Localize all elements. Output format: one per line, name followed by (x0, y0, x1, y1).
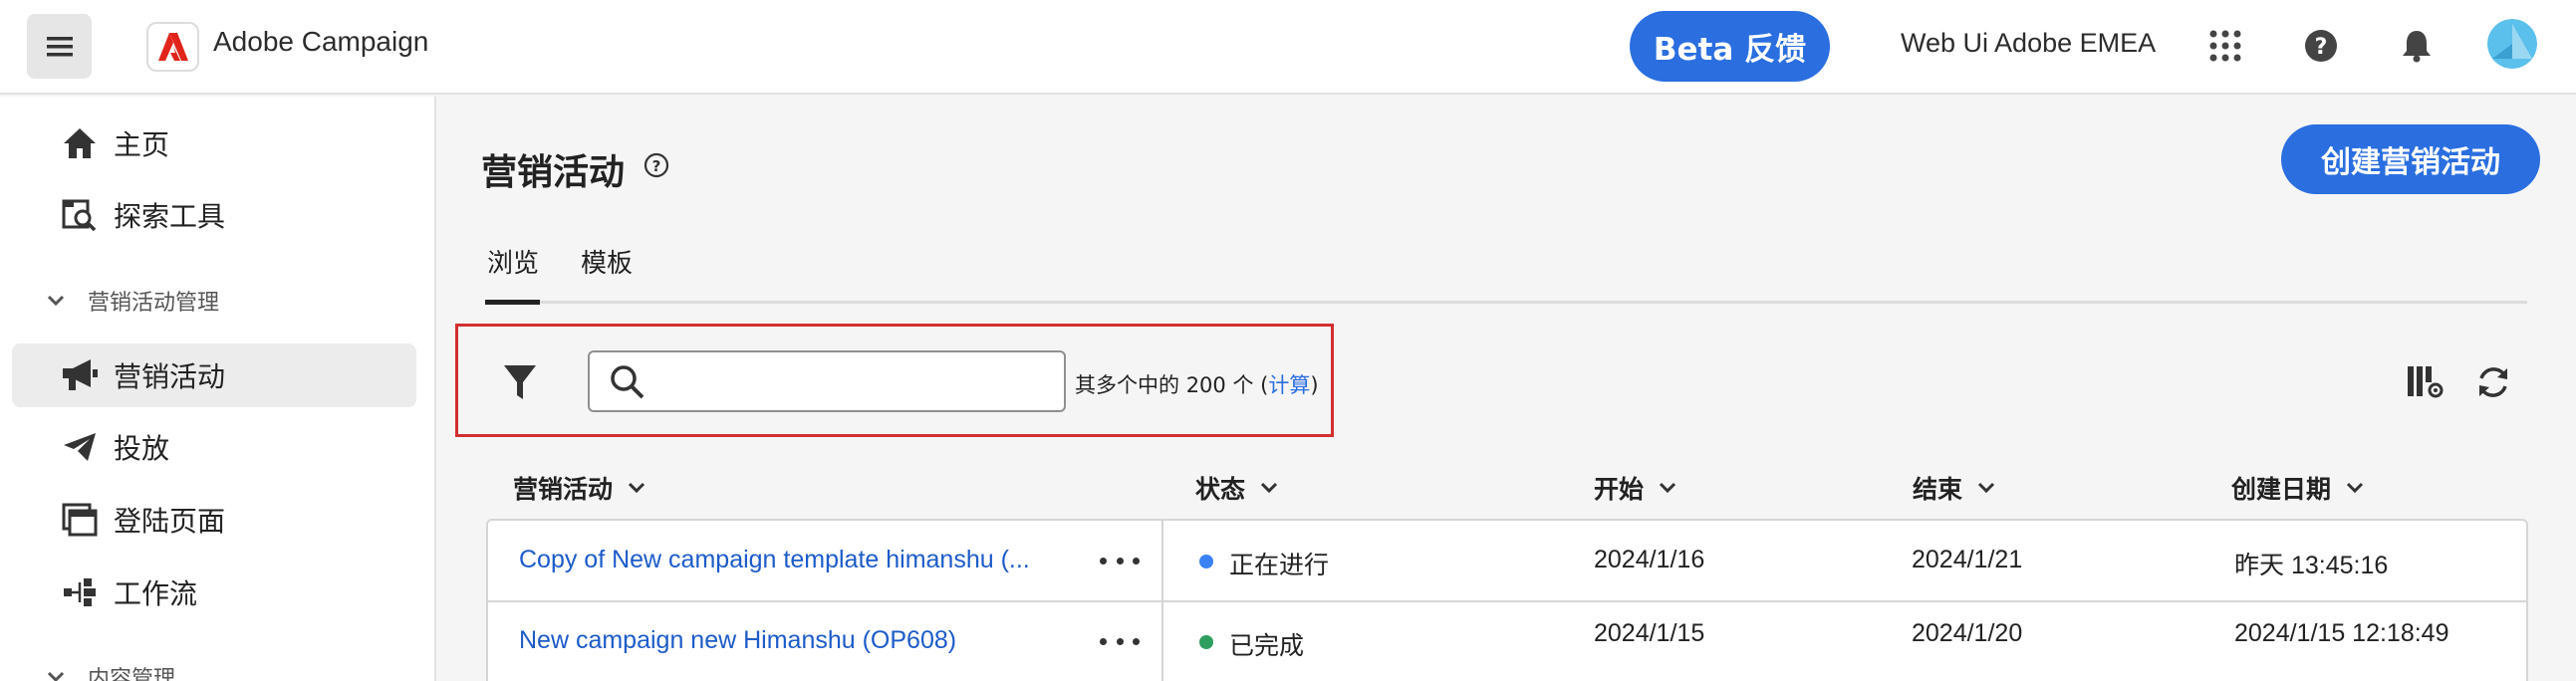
start-date: 2024/1/15 (1594, 619, 1705, 647)
sidebar-item-home[interactable]: 主页 (12, 112, 416, 175)
column-header-label: 开始 (1594, 475, 1645, 504)
adobe-icon (157, 33, 188, 61)
chevron-down-icon (1977, 482, 1995, 494)
start-date: 2024/1/16 (1594, 546, 1705, 573)
created-date: 2024/1/15 12:18:49 (2234, 619, 2449, 647)
app-title: Adobe Campaign (213, 26, 429, 57)
top-bar: Adobe Campaign Beta 反馈 Web Ui Adobe EMEA… (0, 0, 2576, 95)
chevron-down-icon (46, 667, 66, 681)
column-header-label: 营销活动 (513, 475, 614, 504)
search-icon (611, 365, 644, 399)
sidebar: 主页 探索工具 营销活动管理 营销活动 投放 登陆页面 工作流 内容管理 (0, 97, 436, 681)
column-header-label: 创建日期 (2231, 475, 2332, 504)
sidebar-item-landing-pages[interactable]: 登陆页面 (12, 488, 416, 552)
notifications-button[interactable] (2393, 22, 2441, 70)
column-divider (1161, 519, 1163, 681)
column-header-end[interactable]: 结束 (1913, 470, 1996, 506)
column-header-status[interactable]: 状态 (1195, 470, 1279, 506)
hamburger-icon (46, 36, 73, 56)
create-campaign-button[interactable]: 创建营销活动 (2281, 124, 2540, 194)
chevron-down-icon (2346, 482, 2364, 494)
status-dot (1199, 555, 1213, 568)
sidebar-item-campaigns[interactable]: 营销活动 (12, 343, 416, 407)
column-header-label: 结束 (1913, 475, 1963, 504)
status-dot (1199, 635, 1213, 649)
org-switcher[interactable]: Web Ui Adobe EMEA (1901, 28, 2156, 59)
user-avatar-icon (2487, 19, 2537, 69)
status-text: 已完成 (1229, 632, 1305, 660)
explorer-icon (60, 195, 100, 235)
sidebar-section-label: 内容管理 (88, 667, 176, 681)
active-tab-indicator (485, 300, 540, 305)
page-title: 营销活动 (481, 152, 626, 193)
refresh-icon[interactable] (2473, 362, 2513, 402)
sidebar-item-explorer[interactable]: 探索工具 (12, 183, 416, 247)
campaign-name-link[interactable]: New campaign new Himanshu (OP608) (519, 626, 956, 655)
column-header-label: 状态 (1195, 475, 1246, 504)
end-date: 2024/1/21 (1912, 546, 2023, 573)
menu-toggle-button[interactable] (27, 14, 92, 79)
column-header-campaign[interactable]: 营销活动 (513, 470, 646, 506)
result-count: 其多个中的 200 个 (计算) (1075, 373, 1319, 397)
sidebar-item-deliveries[interactable]: 投放 (12, 415, 416, 479)
sidebar-item-label: 探索工具 (114, 200, 226, 233)
tab-templates[interactable]: 模板 (581, 243, 633, 280)
search-input[interactable] (588, 350, 1066, 412)
landing-page-icon (60, 500, 100, 540)
end-date: 2024/1/20 (1912, 619, 2023, 647)
chevron-down-icon (1260, 482, 1278, 494)
adobe-logo[interactable] (146, 22, 199, 72)
help-icon: ? (2305, 30, 2337, 62)
sidebar-item-label: 主页 (114, 128, 170, 161)
sidebar-item-label: 投放 (114, 432, 170, 465)
svg-text:?: ? (2315, 35, 2328, 60)
svg-text:?: ? (652, 157, 661, 175)
count-prefix: 其多个中的 (1075, 373, 1179, 397)
chevron-down-icon (628, 482, 645, 494)
count-unit: 个 (1232, 373, 1254, 397)
column-settings-icon[interactable] (2406, 362, 2446, 402)
avatar[interactable] (2487, 19, 2537, 69)
tabs-divider (485, 301, 2527, 304)
workflow-icon (60, 572, 100, 612)
home-icon (60, 123, 100, 163)
apps-grid-icon (2209, 30, 2241, 62)
sidebar-item-label: 工作流 (114, 577, 198, 610)
megaphone-icon (60, 355, 100, 395)
row-more-actions-button[interactable] (1100, 551, 1140, 570)
chevron-down-icon (46, 291, 66, 315)
compute-link[interactable]: 计算 (1268, 373, 1310, 397)
column-header-created[interactable]: 创建日期 (2231, 470, 2365, 506)
sidebar-item-label: 营销活动 (114, 360, 226, 393)
row-more-actions-button[interactable] (1100, 631, 1140, 651)
beta-feedback-button[interactable]: Beta 反馈 (1630, 11, 1830, 82)
send-icon (60, 427, 100, 467)
created-date: 昨天 13:45:16 (2234, 552, 2389, 579)
filter-button[interactable] (495, 357, 545, 407)
help-icon[interactable]: ? (644, 152, 669, 178)
row-divider (486, 600, 2528, 602)
bell-icon (2403, 31, 2431, 63)
column-header-start[interactable]: 开始 (1594, 470, 1677, 506)
sidebar-section-label: 营销活动管理 (88, 291, 220, 316)
count-number: 200 (1185, 373, 1226, 397)
apps-grid-button[interactable] (2201, 22, 2249, 70)
help-button[interactable]: ? (2297, 22, 2345, 70)
sidebar-item-workflows[interactable]: 工作流 (12, 561, 416, 624)
campaign-name-link[interactable]: Copy of New campaign template himanshu (… (519, 546, 1030, 574)
tab-browse[interactable]: 浏览 (487, 243, 539, 280)
chevron-down-icon (1659, 482, 1676, 494)
status-text: 正在进行 (1229, 552, 1330, 579)
sidebar-item-label: 登陆页面 (114, 505, 226, 538)
filter-icon (504, 365, 536, 399)
